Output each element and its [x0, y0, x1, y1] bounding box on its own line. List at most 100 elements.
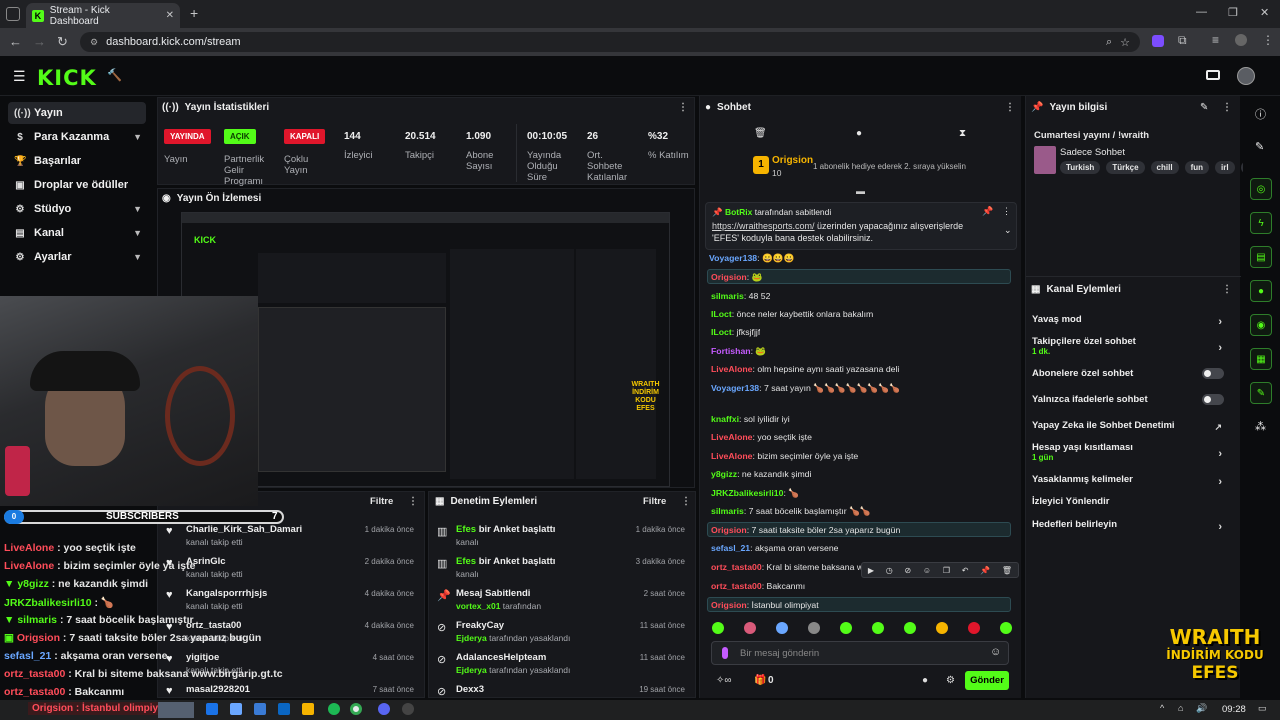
chat-user[interactable]: ortz_tasta00 — [711, 581, 762, 591]
profile-avatar[interactable] — [1235, 34, 1247, 46]
browser-menu-icon[interactable]: ⋮ — [1262, 33, 1274, 47]
hourglass-icon[interactable]: ⧗ — [959, 128, 966, 139]
pinned-by-user[interactable]: BotRix — [725, 207, 752, 217]
chat-user[interactable]: sefasl_21 — [711, 543, 750, 553]
chat-user[interactable]: silmaris — [711, 291, 744, 301]
gift-icon[interactable]: 🎁 — [754, 675, 766, 686]
tray-chevron-icon[interactable]: ^ — [1160, 703, 1164, 713]
tag[interactable]: chill — [1150, 161, 1179, 174]
mod-target[interactable]: FreakyCay — [456, 620, 504, 631]
chat-input[interactable]: Bir mesaj gönderin ☺ — [711, 641, 1009, 665]
chat-user[interactable]: Voyager138 — [709, 253, 757, 263]
media-icon[interactable]: ≡ — [1212, 33, 1219, 47]
info-icon[interactable]: ⓘ — [1255, 106, 1266, 122]
activity-user[interactable]: Kangalsporrrhjsjs — [186, 588, 267, 599]
chat-settings-icon[interactable]: ⚙ — [946, 675, 955, 686]
channel-actions-menu-icon[interactable]: ⋮ — [1222, 284, 1232, 295]
subscribers-only-toggle[interactable] — [1202, 368, 1224, 379]
obs-icon[interactable] — [402, 703, 414, 715]
hamburger-icon[interactable]: ☰ — [13, 68, 26, 85]
sidebar-item-kanal[interactable]: ▤ Kanal ▼ — [8, 222, 146, 244]
mod-actor[interactable]: Ejderya — [456, 665, 487, 675]
delete-icon[interactable]: 🗑 — [1002, 566, 1012, 575]
clock-icon[interactable]: ◷ — [886, 566, 893, 575]
chat-user[interactable]: LiveAlone — [711, 432, 753, 442]
store-icon[interactable]: ▦ — [1250, 348, 1272, 370]
action-izleyici-yonlendir[interactable]: İzleyici Yönlendir — [1032, 496, 1232, 507]
tag[interactable]: Turkish — [1060, 161, 1101, 174]
chat-user[interactable]: knaffxi — [711, 414, 739, 424]
user-avatar[interactable] — [1237, 67, 1255, 85]
clock[interactable]: 09:28 — [1222, 704, 1246, 715]
chat-user[interactable]: Fortishan — [711, 346, 751, 356]
frog-emote-icon[interactable] — [1000, 622, 1012, 634]
stream-info-menu-icon[interactable]: ⋮ — [1222, 102, 1232, 113]
frog-emote-icon[interactable] — [712, 622, 724, 634]
volume-icon[interactable]: 🔊 — [1196, 703, 1207, 714]
chat-user[interactable]: Voyager138 — [711, 383, 759, 393]
kick-logo[interactable]: KICK — [37, 66, 97, 90]
emoji-picker-icon[interactable]: ☺ — [990, 646, 1001, 658]
reload-icon[interactable]: ↻ — [57, 34, 68, 50]
quick-emote-icon[interactable]: ✧∞ — [716, 675, 732, 686]
sidebar-item-para-kazanma[interactable]: $ Para Kazanma ▼ — [8, 126, 146, 148]
chat-bubble-icon[interactable]: ● — [922, 675, 928, 686]
chat-user[interactable]: Origsion — [711, 272, 747, 282]
close-window-icon[interactable]: ✕ — [1260, 6, 1269, 19]
clipboard-icon[interactable]: ▤ — [1250, 246, 1272, 268]
site-info-icon[interactable]: ⚙ — [90, 37, 98, 48]
action-yapay-zeka[interactable]: Yapay Zeka ile Sohbet Denetimi ↗ — [1032, 420, 1232, 432]
frog-emote-icon[interactable] — [840, 622, 852, 634]
chevron-down-icon[interactable]: ⌄ — [1004, 225, 1012, 236]
unpin-icon[interactable]: 📌 — [982, 206, 993, 217]
chat-menu-icon[interactable]: ⋮ — [1005, 102, 1015, 113]
activity-menu-icon[interactable]: ⋮ — [408, 496, 418, 507]
pinned-menu-icon[interactable]: ⋮ — [1002, 206, 1011, 217]
action-hedefler[interactable]: Hedefleri belirleyin › — [1032, 519, 1232, 533]
emote-icon[interactable] — [744, 622, 756, 634]
stream-category[interactable]: Sadece Sohbet — [1060, 147, 1125, 158]
activity-user[interactable]: Charlie_Kirk_Sah_Damari — [186, 524, 302, 535]
mic-icon[interactable] — [722, 647, 728, 659]
tag[interactable]: irl — [1215, 161, 1235, 174]
mod-target[interactable]: AdalancesHelpteam — [456, 652, 546, 663]
speech-icon[interactable]: ● — [856, 128, 862, 139]
mod-actor[interactable]: vortex_x01 — [456, 601, 500, 611]
notifications-icon[interactable]: ▭ — [1258, 703, 1267, 714]
mod-actor[interactable]: Efes — [456, 524, 476, 535]
extensions-icon[interactable]: ⧉ — [1178, 33, 1187, 48]
camera-icon[interactable]: ◎ — [1250, 178, 1272, 200]
spotify-icon[interactable] — [328, 703, 340, 715]
taskbar-app-icon[interactable] — [254, 703, 266, 715]
activity-user[interactable]: yigitjoe — [186, 652, 219, 663]
minimize-icon[interactable]: — — [1196, 6, 1207, 18]
taskbar-app-icon[interactable] — [278, 703, 290, 715]
chrome-icon[interactable] — [350, 703, 362, 715]
chat-user[interactable]: JRKZbalikesirli10 — [711, 488, 783, 498]
frog-emote-icon[interactable] — [904, 622, 916, 634]
stats-menu-icon[interactable]: ⋮ — [678, 102, 688, 113]
undo-icon[interactable]: ↶ — [962, 566, 969, 575]
broadcast-icon[interactable]: ◉ — [1250, 314, 1272, 336]
edit-icon[interactable]: ✎ — [1200, 102, 1208, 113]
sidebar-item-basarilar[interactable]: 🏆 Başarılar — [8, 150, 146, 172]
people-icon[interactable]: ⁂ — [1255, 420, 1266, 433]
browser-tab[interactable]: K Stream - Kick Dashboard ✕ — [26, 3, 180, 28]
folder-icon[interactable] — [302, 703, 314, 715]
mod-target[interactable]: Dexx3 — [456, 684, 484, 695]
discord-icon[interactable] — [378, 703, 390, 715]
activity-user[interactable]: masal2928201 — [186, 684, 250, 695]
address-bar[interactable]: ⚙ dashboard.kick.com/stream ⌕ ☆ — [80, 32, 1140, 52]
windows-start-icon[interactable] — [206, 703, 218, 715]
moderation-menu-icon[interactable]: ⋮ — [681, 496, 691, 507]
collapse-icon[interactable]: ▬ — [856, 186, 865, 196]
tag[interactable]: Türkçe — [1106, 161, 1145, 174]
bookmark-star-icon[interactable]: ☆ — [1120, 36, 1130, 49]
mod-actor[interactable]: Efes — [456, 556, 476, 567]
trash-icon[interactable]: 🗑 — [754, 128, 767, 139]
zoom-icon[interactable]: ⌕ — [1106, 36, 1112, 49]
mod-actor[interactable]: Ejderya — [456, 633, 487, 643]
slash-icon[interactable]: ⊘ — [904, 566, 911, 575]
chat-user[interactable]: Origsion — [711, 525, 747, 535]
activity-filter-button[interactable]: Filtre — [370, 496, 393, 507]
